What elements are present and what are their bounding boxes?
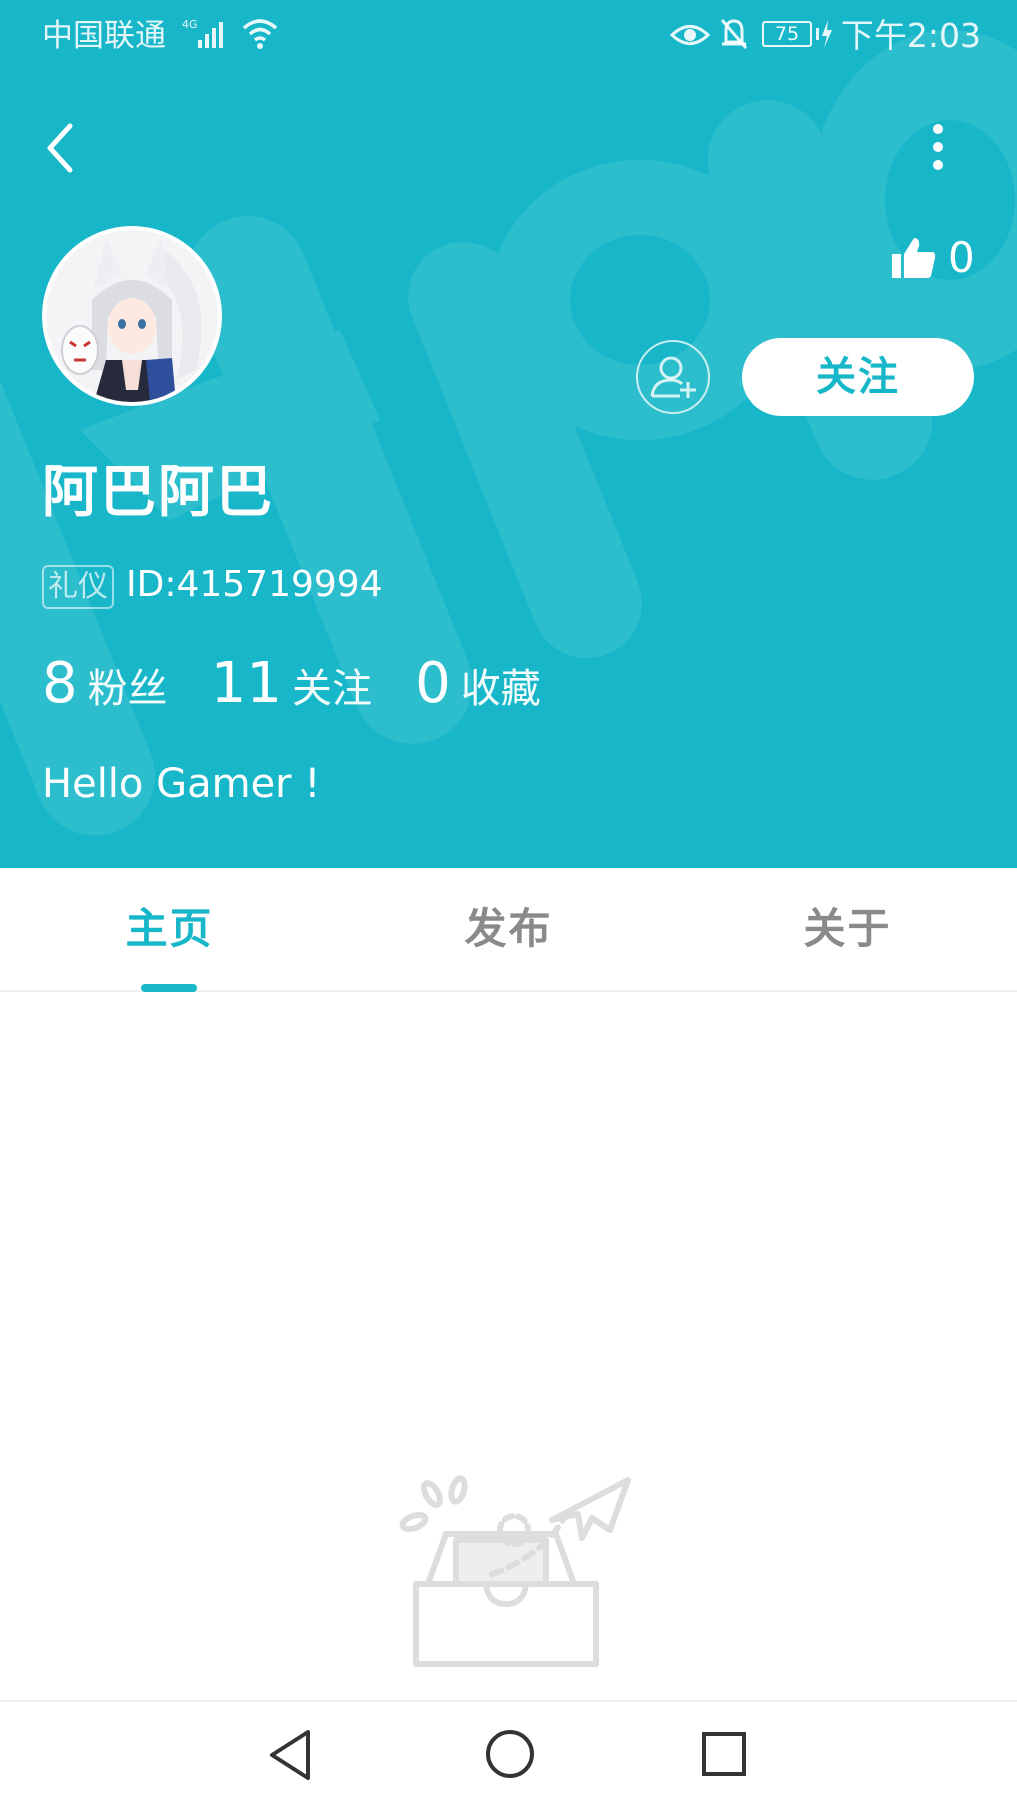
charging-icon bbox=[816, 20, 832, 48]
nav-recents-icon[interactable] bbox=[700, 1730, 748, 1778]
nav-home-icon[interactable] bbox=[484, 1728, 536, 1780]
more-vertical-icon[interactable] bbox=[922, 120, 954, 174]
wifi-icon bbox=[242, 19, 278, 49]
tab-about[interactable]: 关于 bbox=[678, 868, 1017, 990]
stat-followers[interactable]: 8 粉丝 bbox=[42, 652, 168, 716]
network-type: 4G bbox=[182, 18, 198, 31]
profile-header: 中国联通 4G 75 下午2:03 0 关注 阿巴阿巴 礼仪 ID:415719… bbox=[0, 0, 1017, 868]
carrier-name: 中国联通 bbox=[42, 18, 166, 54]
following-count: 11 bbox=[210, 651, 282, 716]
username: 阿巴阿巴 bbox=[42, 460, 274, 525]
followers-count: 8 bbox=[42, 651, 78, 716]
followers-label: 粉丝 bbox=[87, 666, 168, 712]
user-bio: Hello Gamer ! bbox=[42, 761, 321, 807]
signal-icon: 4G bbox=[182, 18, 223, 48]
profile-stats: 8 粉丝 11 关注 0 收藏 bbox=[42, 652, 579, 716]
battery-icon: 75 bbox=[762, 21, 812, 47]
follow-button[interactable]: 关注 bbox=[742, 338, 974, 416]
active-tab-indicator bbox=[141, 984, 197, 992]
status-bar: 中国联通 4G 75 下午2:03 bbox=[0, 0, 1017, 72]
add-friend-icon bbox=[650, 356, 696, 398]
favorites-count: 0 bbox=[415, 651, 451, 716]
back-arrow-icon[interactable] bbox=[36, 118, 84, 178]
user-badge: 礼仪 bbox=[42, 565, 114, 609]
favorites-label: 收藏 bbox=[460, 666, 541, 712]
add-friend-button[interactable] bbox=[636, 340, 710, 414]
bell-muted-icon bbox=[720, 19, 748, 49]
user-id: ID:415719994 bbox=[126, 564, 383, 605]
status-time: 下午2:03 bbox=[840, 16, 981, 55]
like-count: 0 bbox=[948, 233, 975, 282]
stat-following[interactable]: 11 关注 bbox=[211, 652, 372, 716]
avatar[interactable] bbox=[42, 226, 222, 406]
thumbs-up-icon bbox=[892, 238, 936, 278]
empty-inbox-icon bbox=[399, 1475, 631, 1667]
nav-back-icon[interactable] bbox=[266, 1728, 314, 1782]
eye-icon bbox=[670, 25, 710, 45]
like-counter[interactable]: 0 bbox=[890, 230, 990, 286]
avatar-image bbox=[46, 230, 218, 402]
tab-posts[interactable]: 发布 bbox=[339, 868, 678, 990]
watermark-logo bbox=[0, 30, 1017, 836]
tab-home[interactable]: 主页 bbox=[0, 868, 339, 990]
profile-tabs: 主页 发布 关于 bbox=[0, 868, 1017, 992]
stat-favorites[interactable]: 0 收藏 bbox=[415, 652, 541, 716]
system-nav-bar bbox=[0, 1700, 1017, 1810]
battery-level: 75 bbox=[774, 23, 800, 45]
following-label: 关注 bbox=[292, 666, 372, 712]
